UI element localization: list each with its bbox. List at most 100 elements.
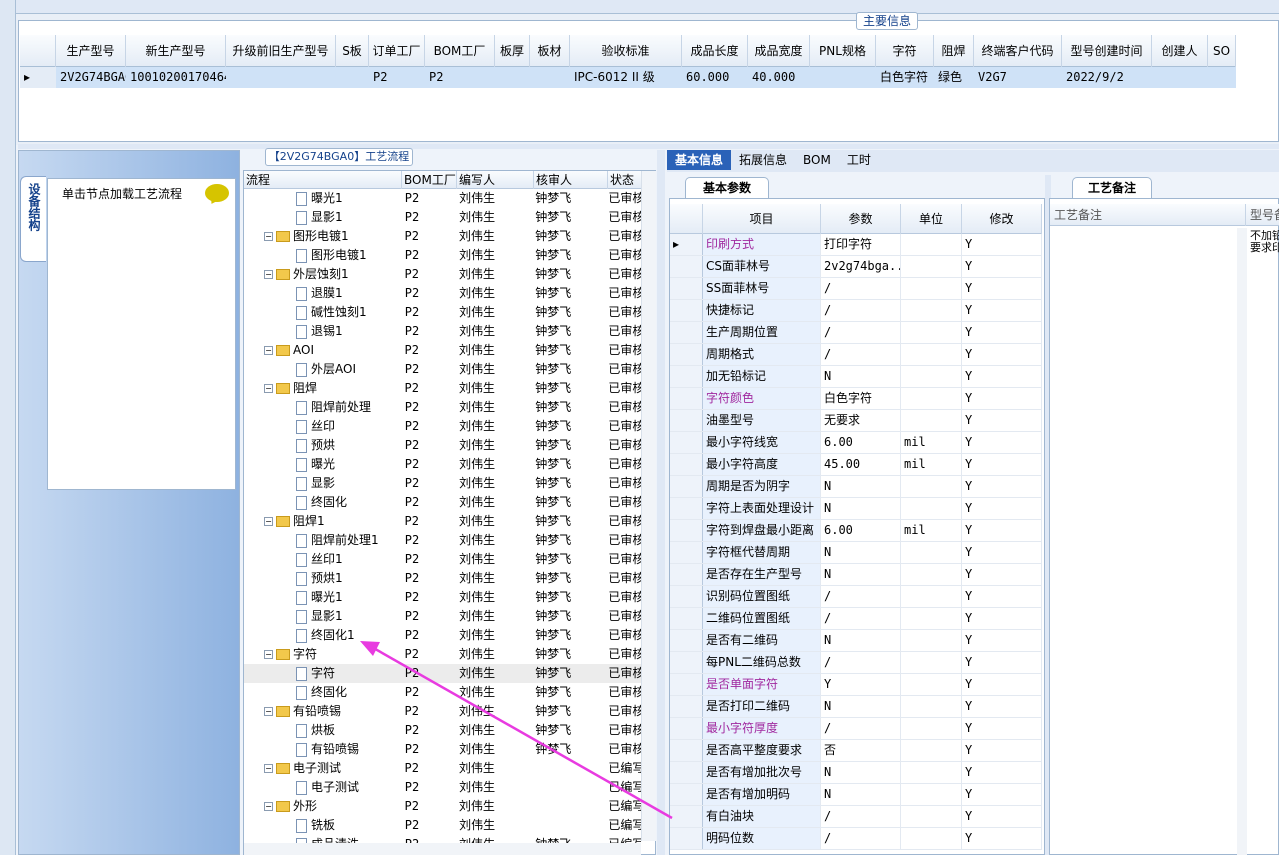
param-value[interactable]: / — [821, 586, 901, 607]
column-header[interactable]: PNL规格 — [810, 35, 876, 67]
column-header[interactable]: 板材 — [530, 35, 570, 67]
tree-row[interactable]: − 阻焊1 P2 刘伟生 钟梦飞 已审核 — [244, 512, 641, 531]
param-row[interactable]: 周期是否为阴字 N Y — [670, 476, 1042, 498]
tree-node[interactable]: − 图形电镀1 — [244, 227, 400, 246]
param-modify[interactable]: Y — [962, 564, 1042, 585]
tree-row[interactable]: 终固化1 P2 刘伟生 钟梦飞 已审核 — [244, 626, 641, 645]
tree-node[interactable]: 曝光1 — [244, 189, 401, 208]
param-modify[interactable]: Y — [962, 256, 1042, 277]
param-row[interactable]: 有白油块 / Y — [670, 806, 1042, 828]
param-row[interactable]: 油墨型号 无要求 Y — [670, 410, 1042, 432]
tree-column-header[interactable]: 状态 — [608, 171, 645, 189]
tree-row[interactable]: 显影 P2 刘伟生 钟梦飞 已审核 — [244, 474, 641, 493]
grid-cell[interactable]: 40.000 — [748, 67, 810, 88]
grid-cell[interactable]: 2V2G74BGA0 — [56, 67, 126, 88]
grid-cell[interactable]: 白色字符 — [876, 67, 934, 88]
tree-node[interactable]: − 阻焊 — [244, 379, 400, 398]
column-header[interactable]: 升级前旧生产型号 — [226, 35, 336, 67]
grid-cell[interactable]: 绿色 — [934, 67, 974, 88]
collapse-icon[interactable]: − — [264, 764, 273, 773]
tree-row[interactable]: 电子测试 P2 刘伟生 已编写 — [244, 778, 641, 797]
param-row[interactable]: 识别码位置图纸 / Y — [670, 586, 1042, 608]
param-row[interactable]: 每PNL二维码总数 / Y — [670, 652, 1042, 674]
tree-node[interactable]: − 电子测试 — [244, 759, 400, 778]
tree-node[interactable]: 电子测试 — [244, 778, 401, 797]
param-row[interactable]: 字符框代替周期 N Y — [670, 542, 1042, 564]
grid-cell[interactable] — [810, 67, 876, 88]
collapse-icon[interactable]: − — [264, 517, 273, 526]
tree-node[interactable]: − 有铅喷锡 — [244, 702, 400, 721]
grid-cell[interactable]: P2 — [369, 67, 425, 88]
column-header[interactable]: 成品宽度 — [748, 35, 810, 67]
column-header[interactable]: 生产型号 — [56, 35, 126, 67]
tree-column-header[interactable]: BOM工厂 — [402, 171, 457, 189]
tree-vertical-scrollbar[interactable] — [641, 171, 656, 841]
tree-row[interactable]: 有铅喷锡 P2 刘伟生 钟梦飞 已审核 — [244, 740, 641, 759]
tree-row[interactable]: 字符 P2 刘伟生 钟梦飞 已审核 — [244, 664, 641, 683]
grid-cell[interactable] — [226, 67, 336, 88]
param-value[interactable]: / — [821, 806, 901, 827]
tree-node[interactable]: 有铅喷锡 — [244, 740, 401, 759]
param-value[interactable]: N — [821, 498, 901, 519]
collapse-icon[interactable]: − — [264, 346, 273, 355]
tree-row[interactable]: 图形电镀1 P2 刘伟生 钟梦飞 已审核 — [244, 246, 641, 265]
tree-node[interactable]: 显影1 — [244, 607, 401, 626]
tree-node[interactable]: 阻焊前处理1 — [244, 531, 401, 550]
param-value[interactable]: N — [821, 366, 901, 387]
param-row[interactable]: 是否打印二维码 N Y — [670, 696, 1042, 718]
tree-horizontal-scrollbar[interactable] — [244, 843, 641, 855]
param-value[interactable]: / — [821, 300, 901, 321]
tree-node[interactable]: 终固化 — [244, 493, 401, 512]
tab-right-2[interactable]: BOM — [795, 150, 839, 170]
param-value[interactable]: Y — [821, 674, 901, 695]
tab-basic-params[interactable]: 基本参数 — [685, 177, 769, 198]
param-row[interactable]: SS面菲林号 / Y — [670, 278, 1042, 300]
tree-column-header[interactable]: 流程 — [244, 171, 402, 189]
column-header[interactable]: 成品长度 — [682, 35, 748, 67]
tree-column-header[interactable]: 编写人 — [457, 171, 534, 189]
param-modify[interactable]: Y — [962, 542, 1042, 563]
main-grid-row[interactable]: ▸ 2V2G74BGA0 10010200170464 P2 P2 IPC-6012 II… — [20, 67, 1236, 88]
column-header[interactable]: 板厚 — [495, 35, 530, 67]
tree-node[interactable]: − 阻焊1 — [244, 512, 400, 531]
tree-row[interactable]: − AOI P2 刘伟生 钟梦飞 已审核 — [244, 341, 641, 360]
column-header[interactable]: 阻焊 — [934, 35, 974, 67]
grid-cell[interactable] — [336, 67, 369, 88]
tree-row[interactable]: 曝光1 P2 刘伟生 钟梦飞 已审核 — [244, 189, 641, 208]
param-value[interactable]: 45.00 — [821, 454, 901, 475]
grid-cell[interactable]: P2 — [425, 67, 495, 88]
tree-node[interactable]: 预烘1 — [244, 569, 401, 588]
collapse-icon[interactable]: − — [264, 384, 273, 393]
tree-row[interactable]: − 图形电镀1 P2 刘伟生 钟梦飞 已审核 — [244, 227, 641, 246]
tree-node[interactable]: 碱性蚀刻1 — [244, 303, 401, 322]
param-row[interactable]: 是否有增加批次号 N Y — [670, 762, 1042, 784]
tree-row[interactable]: 显影1 P2 刘伟生 钟梦飞 已审核 — [244, 208, 641, 227]
param-value[interactable]: 无要求 — [821, 410, 901, 431]
tree-node[interactable]: 退膜1 — [244, 284, 401, 303]
param-value[interactable]: 否 — [821, 740, 901, 761]
grid-corner[interactable] — [20, 35, 56, 67]
tree-node[interactable]: 退锡1 — [244, 322, 401, 341]
param-modify[interactable]: Y — [962, 762, 1042, 783]
param-modify[interactable]: Y — [962, 652, 1042, 673]
grid-cell[interactable] — [495, 67, 530, 88]
tree-row[interactable]: 烘板 P2 刘伟生 钟梦飞 已审核 — [244, 721, 641, 740]
param-row[interactable]: 二维码位置图纸 / Y — [670, 608, 1042, 630]
param-modify[interactable]: Y — [962, 344, 1042, 365]
tree-node[interactable]: 终固化 — [244, 683, 401, 702]
grid-cell[interactable] — [530, 67, 570, 88]
tree-row[interactable]: 阻焊前处理 P2 刘伟生 钟梦飞 已审核 — [244, 398, 641, 417]
param-modify[interactable]: Y — [962, 300, 1042, 321]
param-modify[interactable]: Y — [962, 498, 1042, 519]
tree-row[interactable]: 碱性蚀刻1 P2 刘伟生 钟梦飞 已审核 — [244, 303, 641, 322]
column-header[interactable]: 终端客户代码 — [974, 35, 1062, 67]
notes-scrollbar[interactable] — [1237, 228, 1247, 855]
grid-cell[interactable] — [1152, 67, 1208, 88]
collapse-icon[interactable]: − — [264, 650, 273, 659]
param-row[interactable]: 是否有增加明码 N Y — [670, 784, 1042, 806]
column-header[interactable]: BOM工厂 — [425, 35, 495, 67]
param-value[interactable]: N — [821, 762, 901, 783]
grid-cell[interactable]: 60.000 — [682, 67, 748, 88]
tree-row[interactable]: − 电子测试 P2 刘伟生 已编写 — [244, 759, 641, 778]
tree-row[interactable]: 退锡1 P2 刘伟生 钟梦飞 已审核 — [244, 322, 641, 341]
